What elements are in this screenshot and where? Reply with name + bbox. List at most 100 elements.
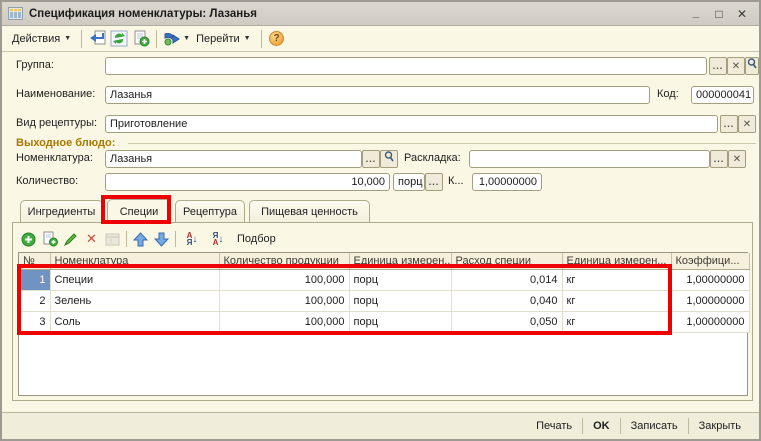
nomenclature-search-button[interactable] — [380, 150, 398, 168]
copy-new-button[interactable] — [130, 29, 152, 49]
group-header-line — [128, 143, 756, 144]
toolbar-separator — [156, 30, 157, 48]
col-header-product-qty[interactable]: Количество продукции — [219, 253, 349, 269]
code-label: Код: — [657, 88, 679, 100]
save-button[interactable]: Записать — [621, 418, 688, 434]
name-field[interactable]: Лазанья — [105, 86, 650, 104]
toolbar-separator — [81, 30, 82, 48]
row-number-cell[interactable]: 3 — [19, 311, 50, 332]
quantity-label: Количество: — [16, 175, 78, 187]
coef-cell[interactable]: 1,00000000 — [671, 290, 749, 311]
window-title: Спецификация номенклатуры: Лазанья — [29, 8, 689, 20]
edit-row-button[interactable] — [60, 230, 81, 249]
nomenclature-cell[interactable]: Зелень — [50, 290, 219, 311]
col-header-unit1[interactable]: Единица измерен... — [349, 253, 451, 269]
output-dish-header: Выходное блюдо: — [16, 137, 115, 149]
unit-field[interactable]: порц — [393, 173, 425, 191]
unit2-cell[interactable]: кг — [562, 269, 671, 290]
tab-nutrition[interactable]: Пищевая ценность — [249, 200, 370, 223]
col-header-spice-consumption[interactable]: Расход специи — [451, 253, 562, 269]
layout-field[interactable] — [469, 150, 710, 168]
consumption-cell[interactable]: 0,050 — [451, 311, 562, 332]
consumption-cell[interactable]: 0,014 — [451, 269, 562, 290]
coef-cell[interactable]: 1,00000000 — [671, 269, 749, 290]
nomenclature-field[interactable]: Лазанья — [105, 150, 362, 168]
delete-icon: ✕ — [86, 231, 97, 247]
recipe-type-clear-button[interactable]: ✕ — [738, 115, 756, 133]
layout-ellipsis-button[interactable]: ... — [710, 150, 728, 168]
group-clear-button[interactable]: ✕ — [727, 57, 745, 75]
unit2-cell[interactable]: кг — [562, 311, 671, 332]
add-row-button[interactable] — [18, 230, 39, 249]
print-button[interactable]: Печать — [526, 418, 582, 434]
close-button[interactable]: ✕ — [735, 7, 749, 21]
tab-recipe[interactable]: Рецептура — [175, 200, 245, 223]
delete-row-button[interactable]: ✕ — [81, 230, 102, 249]
arrow-up-icon — [133, 232, 148, 247]
group-ellipsis-button[interactable]: ... — [709, 57, 727, 75]
group-field[interactable] — [105, 57, 707, 75]
maximize-button[interactable]: □ — [712, 7, 726, 21]
goto-menu-button[interactable]: Перейти ▼ — [190, 31, 257, 47]
coefficient-field[interactable]: 1,00000000 — [472, 173, 542, 191]
open-related-button[interactable] — [161, 29, 183, 49]
table-row[interactable]: 1 Специи 100,000 порц 0,014 кг 1,0000000… — [19, 269, 749, 290]
unit-cell[interactable]: порц — [349, 269, 451, 290]
pick-button[interactable]: Подбор — [237, 233, 276, 245]
end-edit-button-disabled — [102, 230, 123, 249]
col-header-num[interactable]: № — [19, 253, 50, 269]
sort-descending-button[interactable]: ЯА ↓ — [205, 230, 231, 249]
qty-cell[interactable]: 100,000 — [219, 311, 349, 332]
unit-cell[interactable]: порц — [349, 311, 451, 332]
col-header-nomenclature[interactable]: Номенклатура — [50, 253, 219, 269]
arrow-down-icon — [154, 232, 169, 247]
tab-spices[interactable]: Специи — [107, 199, 171, 223]
recipe-type-ellipsis-button[interactable]: ... — [720, 115, 738, 133]
copy-new-icon — [132, 30, 150, 47]
grid-toolbar: ✕ АЯ ↓ ЯА ↓ Подбор — [18, 229, 276, 249]
layout-clear-button[interactable]: ✕ — [728, 150, 746, 168]
nomenclature-ellipsis-button[interactable]: ... — [362, 150, 380, 168]
nomenclature-cell[interactable]: Соль — [50, 311, 219, 332]
save-record-button[interactable] — [86, 29, 108, 49]
unit-cell[interactable]: порц — [349, 290, 451, 311]
qty-cell[interactable]: 100,000 — [219, 269, 349, 290]
consumption-cell[interactable]: 0,040 — [451, 290, 562, 311]
layout-label: Раскладка: — [404, 152, 461, 164]
unit2-cell[interactable]: кг — [562, 290, 671, 311]
tab-ingredients[interactable]: Ингредиенты — [20, 200, 103, 223]
close-form-button[interactable]: Закрыть — [689, 418, 751, 434]
coef-cell[interactable]: 1,00000000 — [671, 311, 749, 332]
quantity-field[interactable]: 10,000 — [105, 173, 390, 191]
add-icon — [21, 232, 36, 247]
sort-ascending-button[interactable]: АЯ ↓ — [179, 230, 205, 249]
refresh-icon — [110, 30, 128, 47]
group-search-button[interactable] — [745, 57, 759, 75]
recipe-type-field[interactable]: Приготовление — [105, 115, 718, 133]
catalog-item-icon — [8, 7, 23, 20]
refresh-button[interactable] — [108, 29, 130, 49]
qty-cell[interactable]: 100,000 — [219, 290, 349, 311]
coefficient-label: К... — [448, 175, 464, 187]
row-number-cell[interactable]: 2 — [19, 290, 50, 311]
nomenclature-cell[interactable]: Специи — [50, 269, 219, 290]
help-button[interactable]: ? — [266, 29, 288, 49]
move-down-button[interactable] — [151, 230, 172, 249]
main-toolbar: Действия ▼ — [2, 26, 759, 52]
copy-row-button[interactable] — [39, 230, 60, 249]
row-number-cell[interactable]: 1 — [19, 269, 50, 290]
grid-toolbar-separator — [126, 231, 127, 247]
table-row[interactable]: 2 Зелень 100,000 порц 0,040 кг 1,0000000… — [19, 290, 749, 311]
chevron-down-icon[interactable]: ▼ — [183, 35, 190, 42]
minimize-button[interactable]: _ — [689, 5, 703, 19]
search-icon — [384, 151, 394, 162]
code-field[interactable]: 000000041 — [691, 86, 754, 104]
col-header-coefficient[interactable]: Коэффици... — [671, 253, 749, 269]
col-header-unit2[interactable]: Единица измерен... — [562, 253, 671, 269]
unit-ellipsis-button[interactable]: ... — [425, 173, 443, 191]
actions-menu-button[interactable]: Действия ▼ — [6, 31, 77, 47]
move-up-button[interactable] — [130, 230, 151, 249]
ok-button[interactable]: OK — [583, 418, 620, 434]
table-row[interactable]: 3 Соль 100,000 порц 0,050 кг 1,00000000 — [19, 311, 749, 332]
chevron-down-icon: ▼ — [64, 35, 71, 42]
